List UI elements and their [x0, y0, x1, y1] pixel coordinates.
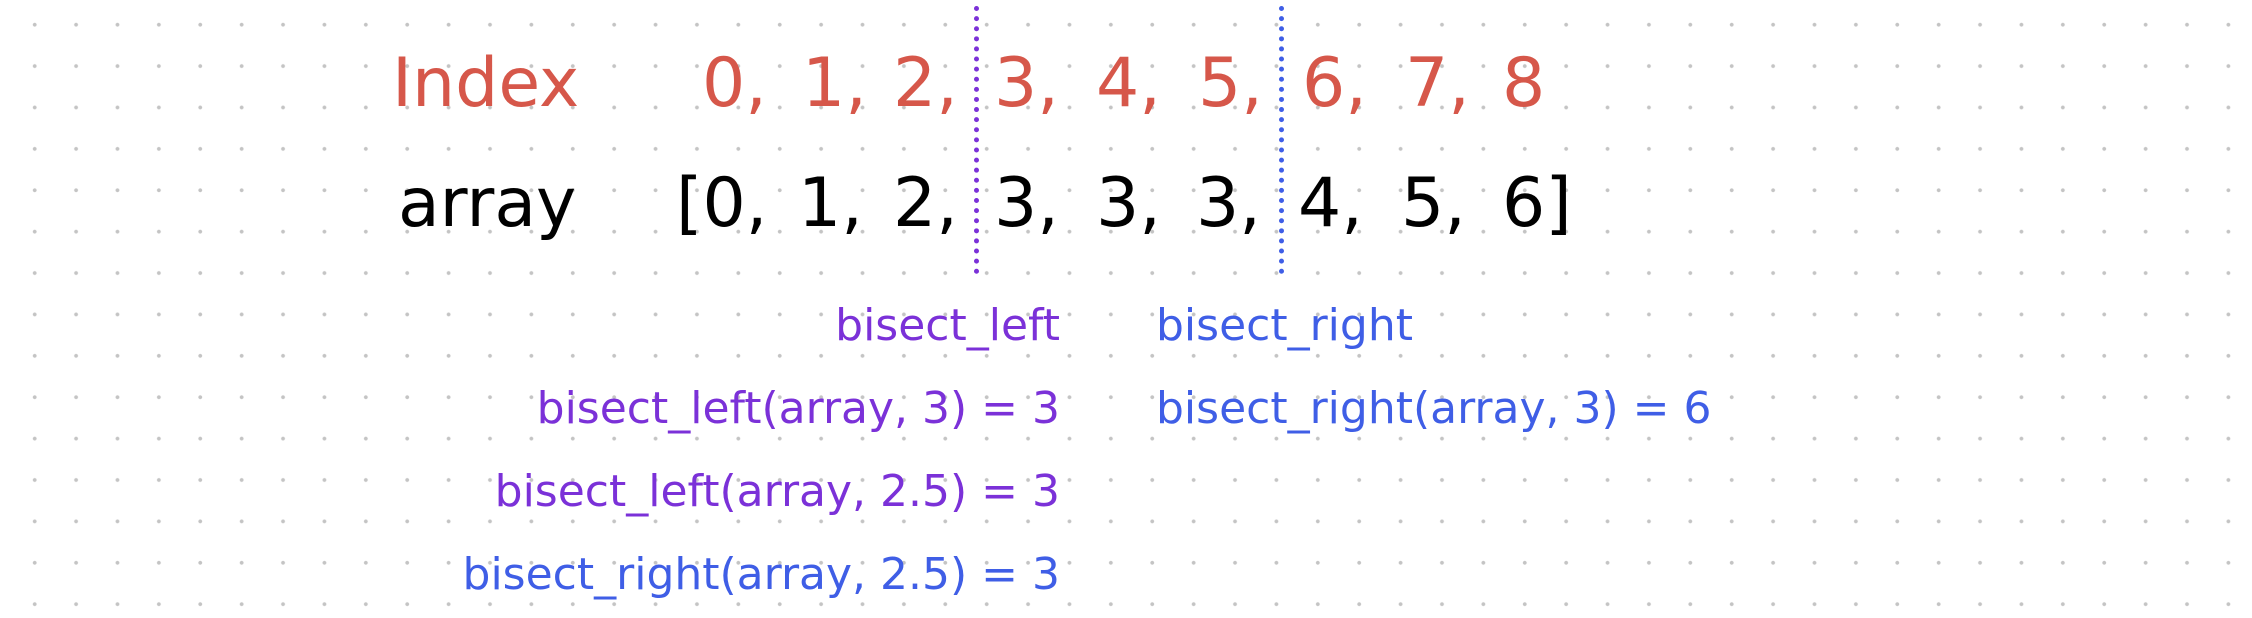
array-cell: [0, — [676, 164, 768, 243]
bisect-right-example-1: bisect_right(array, 3) = 6 — [1156, 383, 1712, 434]
bisect-left-example-2: bisect_left(array, 2.5) = 3 — [494, 466, 1060, 517]
diagram-canvas: Index 0, 1, 2, 3, 4, 5, 6, 7, 8 array [0… — [0, 0, 2252, 618]
index-cell: 5, — [1198, 44, 1263, 123]
index-cell: 3, — [994, 44, 1059, 123]
index-cell: 2, — [893, 44, 958, 123]
index-row-label: Index — [392, 44, 580, 123]
array-cell: 3, — [1096, 164, 1161, 243]
array-row-label: array — [398, 164, 577, 243]
array-cell: 3, — [1196, 164, 1261, 243]
bisect-left-divider — [974, 6, 979, 274]
array-cell: 3, — [994, 164, 1059, 243]
array-cell: 6] — [1502, 164, 1572, 243]
bisect-left-example-1: bisect_left(array, 3) = 3 — [536, 383, 1060, 434]
bisect-right-divider — [1279, 6, 1284, 274]
bisect-right-example-2: bisect_right(array, 2.5) = 3 — [462, 549, 1060, 600]
bisect-left-label: bisect_left — [835, 300, 1060, 351]
index-cell: 0, — [702, 44, 767, 123]
index-cell: 8 — [1502, 44, 1546, 123]
index-cell: 4, — [1096, 44, 1161, 123]
array-cell: 2, — [893, 164, 958, 243]
array-cell: 5, — [1401, 164, 1466, 243]
bisect-right-label: bisect_right — [1156, 300, 1413, 351]
index-cell: 7, — [1405, 44, 1470, 123]
index-cell: 1, — [802, 44, 867, 123]
index-cell: 6, — [1302, 44, 1367, 123]
array-cell: 1, — [798, 164, 863, 243]
array-cell: 4, — [1298, 164, 1363, 243]
